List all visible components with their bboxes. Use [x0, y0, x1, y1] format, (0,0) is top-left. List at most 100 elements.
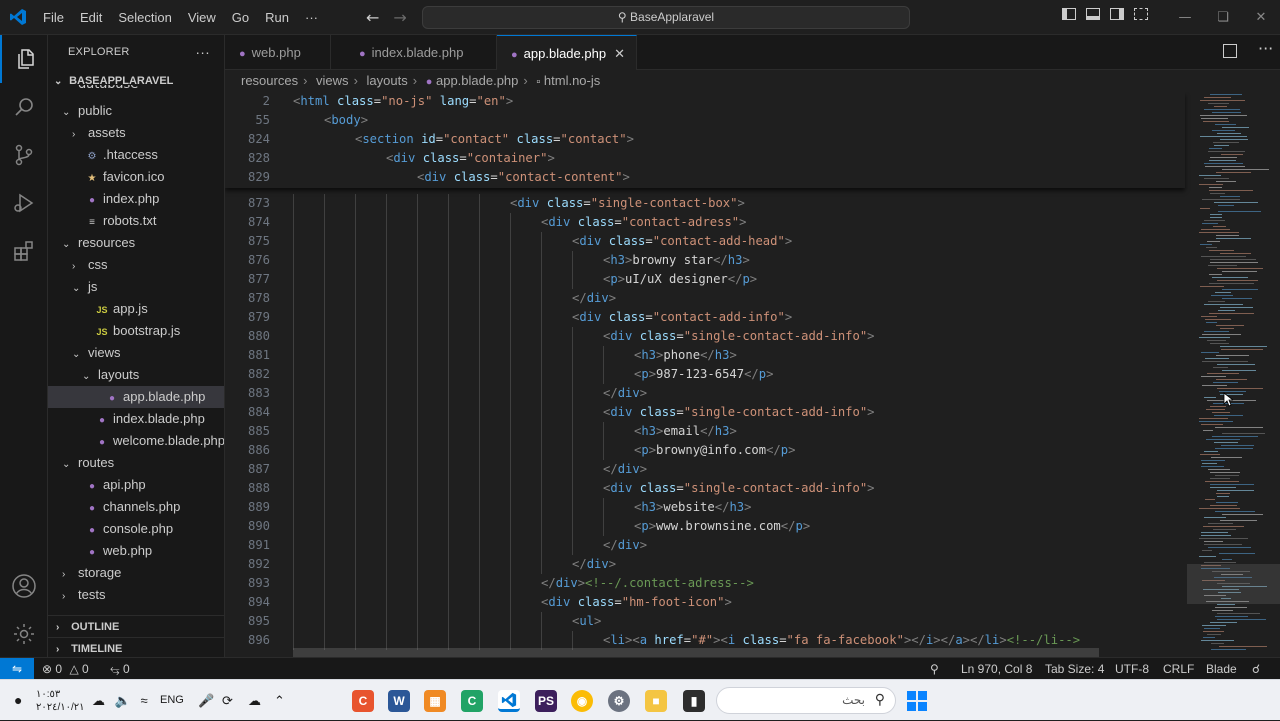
input-language[interactable]: ENG [160, 680, 184, 721]
phpstorm-app-icon[interactable]: PS [535, 690, 557, 712]
remote-icon[interactable]: ⇋ [0, 658, 34, 680]
close-window-icon[interactable]: ✕ [1242, 0, 1280, 35]
search-icon[interactable] [0, 83, 48, 131]
line-number: 895 [247, 614, 270, 628]
tree-file[interactable]: ● app.blade.php [48, 386, 224, 408]
forward-arrow-icon[interactable]: → [393, 8, 406, 27]
tree-folder[interactable]: ⌄ views [48, 342, 224, 364]
ports-indicator[interactable]: ⥃ 0 [110, 658, 130, 680]
toggle-panel-icon[interactable] [1086, 8, 1100, 20]
menu-item[interactable]: Selection [110, 0, 179, 35]
close-tab-icon[interactable]: ✕ [614, 46, 625, 61]
settings-app-icon[interactable]: ⚙ [608, 690, 630, 712]
breadcrumb-item[interactable]: layouts [367, 73, 408, 88]
tree-file[interactable]: ● channels.php [48, 496, 224, 518]
tree-file[interactable]: ● index.php [48, 188, 224, 210]
vscode-app-icon[interactable] [498, 690, 520, 712]
toggle-primary-sidebar-icon[interactable] [1062, 8, 1076, 20]
taskbar-search[interactable]: بحث ⚲ [716, 687, 896, 714]
more-actions-icon[interactable]: ··· [1258, 39, 1273, 58]
tree-file[interactable]: ≡ robots.txt [48, 210, 224, 232]
tree-file[interactable]: ★ favicon.ico [48, 166, 224, 188]
split-editor-icon[interactable] [1223, 44, 1237, 58]
package-app-icon[interactable]: ▦ [424, 690, 446, 712]
tab-size[interactable]: Tab Size: 4 [1045, 658, 1104, 680]
notifications-bell-icon[interactable]: ☌ [1252, 658, 1260, 680]
minimize-icon[interactable]: — [1166, 0, 1204, 35]
menu-item[interactable]: Go [224, 0, 257, 35]
tree-folder[interactable]: › assets [48, 122, 224, 144]
tree-folder[interactable]: ⌄ js [48, 276, 224, 298]
command-center[interactable]: ⚲ BaseApplaravel [422, 6, 910, 29]
tree-folder[interactable]: ⌄ routes [48, 452, 224, 474]
breadcrumb-item[interactable]: html.no-js [544, 73, 600, 88]
tree-file[interactable]: ⚙ .htaccess [48, 144, 224, 166]
tray-icons[interactable]: ☁ 🔈 ≈ [92, 680, 148, 721]
menu-item[interactable]: Edit [72, 0, 110, 35]
tree-file[interactable]: ● welcome.blade.php [48, 430, 224, 452]
outline-section[interactable]: › OUTLINE [48, 615, 224, 637]
maximize-icon[interactable]: ❏ [1204, 0, 1242, 35]
breadcrumb-item[interactable]: app.blade.php [436, 73, 518, 88]
encoding[interactable]: UTF-8 [1115, 658, 1149, 680]
powerpoint-app-icon[interactable]: C [352, 690, 374, 712]
chrome-app-icon[interactable]: ◉ [571, 690, 593, 712]
menu-item[interactable]: ··· [297, 0, 326, 35]
breadcrumb-item[interactable]: resources [241, 73, 298, 88]
tab-app-blade-php[interactable]: ● app.blade.php ✕ [497, 35, 637, 70]
breadcrumb-item[interactable]: views [316, 73, 349, 88]
code-editor[interactable]: 873 <div class="single-contact-box"> 874 <d… [225, 92, 1280, 657]
toggle-secondary-sidebar-icon[interactable] [1110, 8, 1124, 20]
tab-web-php[interactable]: ● web.php [225, 35, 331, 70]
tree-folder[interactable]: › tests [48, 584, 224, 606]
tree-file[interactable]: JS bootstrap.js [48, 320, 224, 342]
indent-guide [541, 232, 542, 251]
tree-file[interactable]: ● api.php [48, 474, 224, 496]
cursor-position[interactable]: Ln 970, Col 8 [961, 658, 1032, 680]
more-actions-icon[interactable]: ··· [195, 35, 210, 70]
menu-item[interactable]: File [35, 0, 72, 35]
tree-file[interactable]: ● web.php [48, 540, 224, 562]
back-arrow-icon[interactable]: ← [366, 8, 379, 27]
tree-folder[interactable]: › css [48, 254, 224, 276]
mic-icon[interactable]: 🎤 [198, 680, 214, 721]
menu-item[interactable]: Run [257, 0, 297, 35]
tree-folder[interactable]: ⌄ public [48, 100, 224, 122]
customize-layout-icon[interactable] [1134, 8, 1148, 20]
sync-icon[interactable]: ⟳ [222, 680, 233, 721]
zoom-icon[interactable]: ⚲ [930, 658, 939, 680]
vertical-scrollbar-thumb[interactable] [1187, 564, 1280, 604]
account-icon[interactable] [0, 562, 48, 610]
language-mode[interactable]: Blade [1206, 658, 1237, 680]
status-bar: ⇋ ⊗ 0 △ 0 ⥃ 0 ⚲ Ln 970, Col 8 Tab Size: … [0, 657, 1280, 680]
camtasia-app-icon[interactable]: C [461, 690, 483, 712]
clock[interactable]: ١٠:٥٣ ٢٠٢٤/١٠/٢١ [36, 688, 85, 714]
settings-gear-icon[interactable] [0, 610, 48, 658]
word-app-icon[interactable]: W [388, 690, 410, 712]
problems-indicator[interactable]: ⊗ 0 △ 0 [42, 658, 89, 680]
run-debug-icon[interactable] [0, 179, 48, 227]
chevron-up-icon[interactable]: ⌃ [274, 680, 285, 721]
horizontal-scrollbar-thumb[interactable] [293, 648, 1099, 657]
notification-bell-icon[interactable]: ● [14, 680, 22, 721]
cloud-icon[interactable]: ☁ [248, 680, 261, 721]
menu-item[interactable]: View [180, 0, 224, 35]
terminal-app-icon[interactable]: ▮ [683, 690, 705, 712]
tree-folder[interactable]: ⌄ resources [48, 232, 224, 254]
tree-file[interactable]: JS app.js [48, 298, 224, 320]
file-explorer-app-icon[interactable]: ■ [645, 690, 667, 712]
windows-start-icon[interactable] [906, 690, 928, 712]
tree-file[interactable]: ● console.php [48, 518, 224, 540]
end-of-line[interactable]: CRLF [1163, 658, 1194, 680]
timeline-section[interactable]: › TIMELINE [48, 637, 224, 657]
source-control-icon[interactable] [0, 131, 48, 179]
explorer-icon[interactable] [0, 35, 48, 83]
extensions-icon[interactable] [0, 227, 48, 275]
tab-label: index.blade.php [371, 45, 464, 60]
tab-index-blade-php[interactable]: ● index.blade.php [331, 35, 497, 70]
indent-guide [417, 479, 418, 498]
indent-guide [510, 422, 511, 441]
tree-file[interactable]: ● index.blade.php [48, 408, 224, 430]
tree-folder[interactable]: ⌄ layouts [48, 364, 224, 386]
tree-folder[interactable]: › storage [48, 562, 224, 584]
